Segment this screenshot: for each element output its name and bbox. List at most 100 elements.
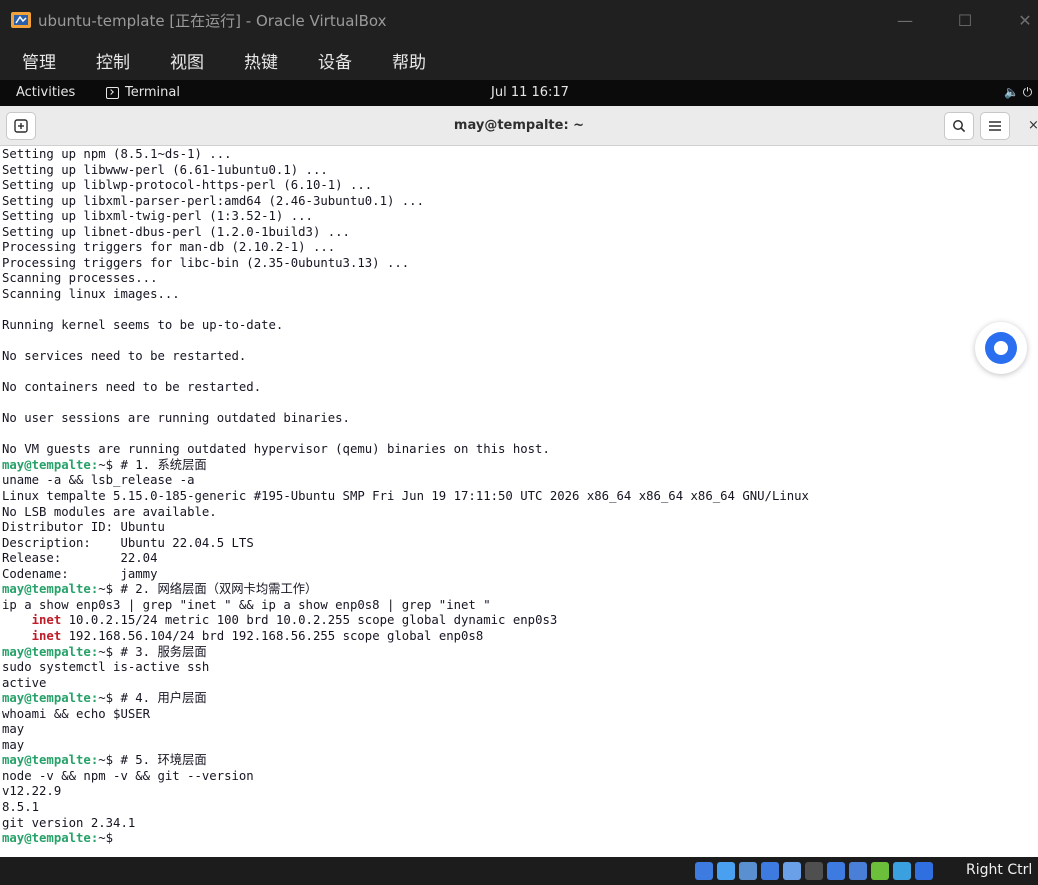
terminal-text: Scanning processes... [2, 271, 158, 286]
terminal-line: may@tempalte:~$ # 5. 环境层面 [2, 753, 1036, 769]
terminal-line: sudo systemctl is-active ssh [2, 660, 1036, 676]
audio-icon[interactable] [739, 862, 757, 880]
mouse-integration-icon[interactable] [893, 862, 911, 880]
terminal-line: Linux tempalte 5.15.0-185-generic #195-U… [2, 489, 1036, 505]
app-menu-terminal[interactable]: Terminal [106, 85, 180, 100]
clock[interactable]: Jul 11 16:17 [491, 85, 569, 100]
terminal-line: Distributor ID: Ubuntu [2, 520, 1036, 536]
hard-disk-icon[interactable] [695, 862, 713, 880]
terminal-text: ~$ # 4. 用户层面 [98, 691, 207, 706]
terminal-text: Setting up libnet-dbus-perl (1.2.0-1buil… [2, 224, 350, 239]
terminal-text: No LSB modules are available. [2, 504, 217, 519]
terminal-line: Running kernel seems to be up-to-date. [2, 318, 1036, 334]
terminal-cursor [120, 831, 128, 845]
system-tray[interactable]: 🔈 ⏻ [1004, 85, 1032, 100]
recording-icon[interactable] [849, 862, 867, 880]
menu-control[interactable]: 控制 [96, 48, 130, 73]
terminal-output[interactable]: Setting up npm (8.5.1~ds-1) ... Setting u… [0, 146, 1038, 857]
terminal-line: may [2, 722, 1036, 738]
shell-prompt: may@tempalte: [2, 582, 99, 597]
display-icon[interactable] [827, 862, 845, 880]
terminal-line: Release: 22.04 [2, 551, 1036, 567]
menu-help[interactable]: 帮助 [392, 48, 426, 73]
terminal-text: Distributor ID: Ubuntu [2, 520, 165, 535]
terminal-text: node -v && npm -v && git --version [2, 768, 254, 783]
terminal-text: ~$ # 5. 环境层面 [98, 753, 207, 768]
terminal-text: Setting up libxml-parser-perl:amd64 (2.4… [2, 193, 424, 208]
terminal-line: Codename: jammy [2, 567, 1036, 583]
grep-match: inet [31, 628, 62, 643]
cpu-activity-icon[interactable] [871, 862, 889, 880]
terminal-line: No VM guests are running outdated hyperv… [2, 442, 1036, 458]
vbox-status-bar: Right Ctrl [0, 857, 1038, 885]
menu-manage[interactable]: 管理 [22, 48, 56, 73]
terminal-text: No containers need to be restarted. [2, 380, 262, 395]
close-window-button[interactable]: ✕ [1002, 0, 1038, 40]
terminal-text: Processing triggers for man-db (2.10.2-1… [2, 240, 336, 255]
search-button[interactable] [944, 112, 974, 140]
terminal-line: active [2, 676, 1036, 692]
network-icon[interactable] [761, 862, 779, 880]
terminal-text: Scanning linux images... [2, 286, 180, 301]
search-icon [953, 120, 966, 133]
terminal-text: git version 2.34.1 [2, 815, 136, 830]
menu-devices[interactable]: 设备 [318, 48, 352, 73]
terminal-text: No services need to be restarted. [2, 349, 247, 364]
terminal-text: Processing triggers for libc-bin (2.35-0… [2, 255, 410, 270]
terminal-line: uname -a && lsb_release -a [2, 473, 1036, 489]
floating-assistant-button[interactable] [975, 322, 1027, 374]
terminal-text: ~$ # 2. 网络层面（双网卡均需工作） [98, 582, 318, 597]
terminal-text: No VM guests are running outdated hyperv… [2, 442, 550, 457]
status-icons [695, 862, 933, 880]
terminal-text: ~$ [98, 831, 121, 846]
hamburger-menu-button[interactable] [980, 112, 1010, 140]
terminal-line: Processing triggers for libc-bin (2.35-0… [2, 256, 1036, 272]
menu-hotkeys[interactable]: 热键 [244, 48, 278, 73]
shell-prompt: may@tempalte: [2, 691, 99, 706]
terminal-line: No LSB modules are available. [2, 505, 1036, 521]
terminal-line: ip a show enp0s3 | grep "inet " && ip a … [2, 598, 1036, 614]
terminal-line: inet 10.0.2.15/24 metric 100 brd 10.0.2.… [2, 613, 1036, 629]
terminal-line: Setting up libxml-parser-perl:amd64 (2.4… [2, 194, 1036, 210]
terminal-line: Setting up liblwp-protocol-https-perl (6… [2, 178, 1036, 194]
terminal-text: Codename: jammy [2, 566, 158, 581]
terminal-text: Release: 22.04 [2, 551, 158, 566]
terminal-text: 8.5.1 [2, 799, 40, 814]
terminal-line: No services need to be restarted. [2, 349, 1036, 365]
terminal-close-button[interactable]: × [1028, 118, 1038, 133]
terminal-line: Scanning processes... [2, 271, 1036, 287]
terminal-header-bar: may@tempalte: ~ × [0, 106, 1038, 146]
terminal-line: Setting up npm (8.5.1~ds-1) ... [2, 147, 1036, 163]
minimize-button[interactable]: — [882, 0, 928, 40]
shared-folders-icon[interactable] [805, 862, 823, 880]
shell-prompt: may@tempalte: [2, 457, 99, 472]
terminal-icon [106, 86, 119, 99]
terminal-line: node -v && npm -v && git --version [2, 769, 1036, 785]
terminal-text: whoami && echo $USER [2, 706, 151, 721]
maximize-button[interactable]: ☐ [942, 0, 988, 40]
menu-view[interactable]: 视图 [170, 48, 204, 73]
terminal-line: 8.5.1 [2, 800, 1036, 816]
vbox-menu-bar: 管理 控制 视图 热键 设备 帮助 [0, 40, 1038, 80]
window-title: ubuntu-template [正在运行] - Oracle VirtualB… [38, 12, 387, 30]
terminal-line: may@tempalte:~$ [2, 831, 1036, 847]
grep-match: inet [31, 613, 62, 628]
optical-drive-icon[interactable] [717, 862, 735, 880]
app-menu-label: Terminal [125, 85, 180, 100]
terminal-line: Setting up libnet-dbus-perl (1.2.0-1buil… [2, 225, 1036, 241]
terminal-text: Setting up libwww-perl (6.61-1ubuntu0.1)… [2, 162, 328, 177]
host-key-indicator[interactable]: Right Ctrl [966, 862, 1032, 878]
activities-button[interactable]: Activities [16, 85, 75, 100]
usb-icon[interactable] [783, 862, 801, 880]
terminal-line: inet 192.168.56.104/24 brd 192.168.56.25… [2, 629, 1036, 645]
terminal-text: uname -a && lsb_release -a [2, 473, 195, 488]
terminal-line: may@tempalte:~$ # 4. 用户层面 [2, 691, 1036, 707]
terminal-text: active [2, 675, 47, 690]
terminal-text: Setting up libxml-twig-perl (1:3.52-1) .… [2, 209, 313, 224]
keyboard-capture-icon[interactable] [915, 862, 933, 880]
